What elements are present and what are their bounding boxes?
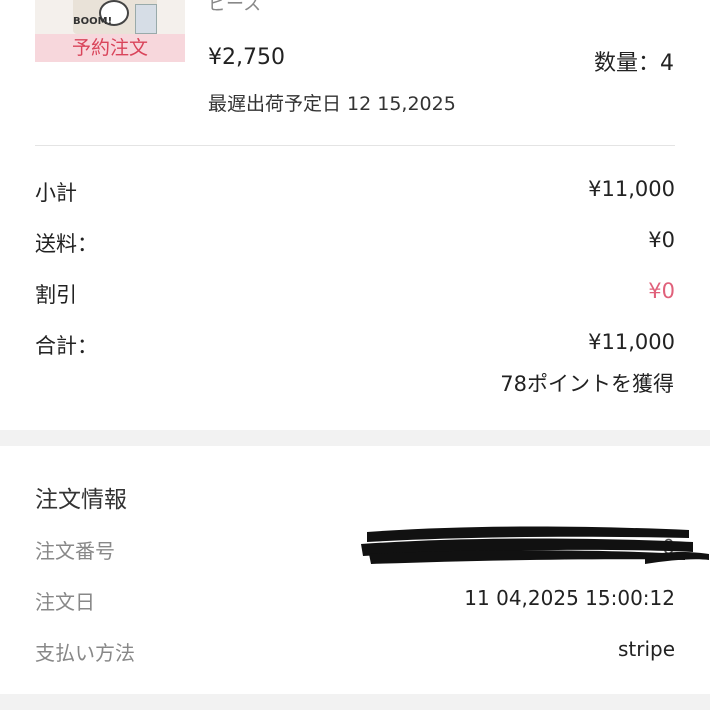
total-label: 合計： (35, 334, 98, 358)
product-price: ¥2,750 (208, 45, 285, 70)
total-value: ¥11,000 (588, 330, 675, 354)
order-date-row: 注文日 11 04,2025 15:00:12 (35, 586, 675, 616)
product-image-text: BOOM! (73, 16, 113, 27)
shipping-value: ¥0 (648, 228, 675, 252)
section-gap-bottom (0, 694, 710, 710)
redaction-scribble (361, 526, 709, 564)
discount-value: ¥0 (648, 279, 675, 303)
product-name[interactable]: ピース (208, 0, 261, 16)
product-thumbnail[interactable]: BOOM! 予約注文 (35, 0, 185, 62)
product-quantity: 数量：4 (594, 51, 674, 76)
section-gap (0, 430, 710, 446)
order-number-label: 注文番号 (35, 539, 115, 563)
shipping-row: 送料： ¥0 (35, 228, 675, 258)
product-box (135, 4, 157, 34)
payment-method-value: stripe (617, 637, 675, 661)
payment-method-row: 支払い方法 stripe (35, 637, 675, 667)
discount-label: 割引 (35, 283, 77, 307)
preorder-badge: 予約注文 (35, 34, 185, 62)
divider (35, 145, 675, 146)
discount-row: 割引 ¥0 (35, 279, 675, 309)
order-date-label: 注文日 (35, 590, 95, 614)
subtotal-label: 小計 (35, 181, 77, 205)
points-earned: 78ポイントを獲得 (500, 372, 674, 396)
payment-method-label: 支払い方法 (35, 641, 135, 665)
shipping-label: 送料： (35, 232, 98, 256)
subtotal-value: ¥11,000 (588, 177, 675, 201)
order-date-value: 11 04,2025 15:00:12 (464, 586, 675, 610)
subtotal-row: 小計 ¥11,000 (35, 177, 675, 207)
total-row: 合計： ¥11,000 (35, 330, 675, 360)
order-info-title: 注文情報 (35, 487, 127, 513)
ship-date: 最遅出荷予定日 12 15,2025 (208, 93, 456, 115)
